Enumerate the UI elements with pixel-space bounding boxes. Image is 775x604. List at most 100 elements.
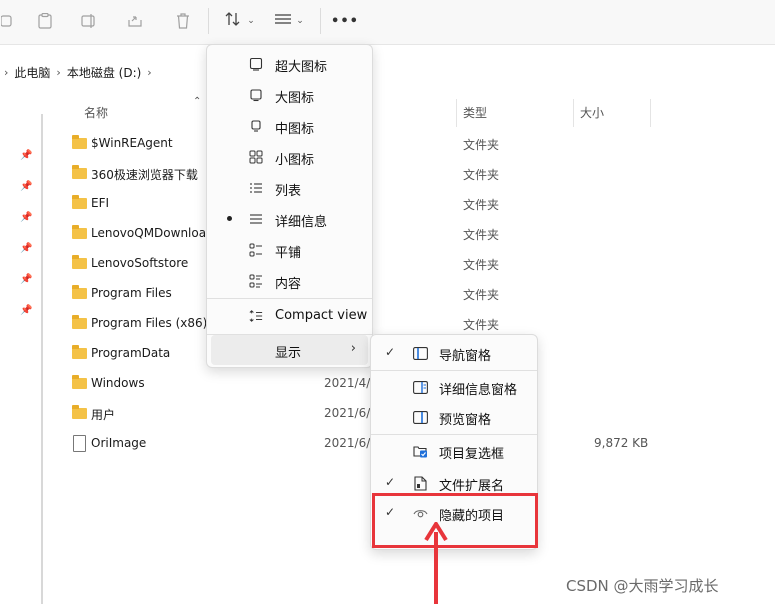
chevron-right-icon: › bbox=[147, 65, 152, 79]
menu-item-mediums-icon[interactable]: 中图标 bbox=[211, 111, 368, 141]
menu-item-tiles[interactable]: 平铺 bbox=[211, 235, 368, 265]
submenu-item-label: 详细信息窗格 bbox=[439, 383, 518, 398]
menu-divider bbox=[371, 434, 537, 435]
paste-icon[interactable] bbox=[36, 10, 54, 32]
folder-icon bbox=[72, 315, 87, 329]
menu-item-label: 中图标 bbox=[275, 122, 315, 137]
menu-item-content[interactable]: 内容 bbox=[211, 266, 368, 296]
table-row[interactable]: EFI6 17:18文件夹 bbox=[66, 189, 766, 219]
file-name: LenovoSoftstore bbox=[91, 256, 189, 270]
column-divider[interactable] bbox=[650, 99, 651, 127]
table-row[interactable]: $WinREAgent2:15文件夹 bbox=[66, 129, 766, 159]
pin-icon: 📌 bbox=[20, 243, 33, 254]
large-icons-icon bbox=[249, 88, 263, 102]
folder-icon bbox=[72, 285, 87, 299]
menu-item-compact-view[interactable]: Compact view bbox=[211, 301, 368, 331]
file-type: 文件夹 bbox=[463, 228, 500, 242]
file-date: 2021/4/ bbox=[324, 376, 371, 390]
folder-icon bbox=[72, 405, 87, 419]
file-name: Windows bbox=[91, 376, 145, 390]
column-header-name[interactable]: 名称 bbox=[84, 104, 108, 121]
file-type: 文件夹 bbox=[463, 318, 500, 332]
small-icons-icon bbox=[249, 150, 263, 164]
pin-icon: 📌 bbox=[20, 181, 33, 192]
view-button[interactable]: ⌄ bbox=[270, 10, 308, 32]
pin-icon: 📌 bbox=[20, 150, 33, 161]
details-icon bbox=[249, 212, 263, 226]
column-divider[interactable] bbox=[456, 99, 457, 127]
file-type: 文件夹 bbox=[463, 258, 500, 272]
compact-view-icon bbox=[249, 309, 263, 323]
view-menu: 超大图标大图标中图标小图标列表详细信息平铺内容 Compact view 显示 … bbox=[206, 44, 373, 368]
menu-item-show[interactable]: 显示 › bbox=[211, 335, 368, 365]
menu-item-larges-icon[interactable]: 大图标 bbox=[211, 80, 368, 110]
breadcrumb-this-pc[interactable]: 此电脑 bbox=[14, 64, 50, 81]
menu-item-label: 超大图标 bbox=[275, 60, 328, 75]
annotation-arrow-icon bbox=[424, 522, 448, 604]
table-row[interactable]: 360极速浏览器下载3 17:26文件夹 bbox=[66, 159, 766, 189]
file-name: 用户 bbox=[91, 408, 116, 422]
chevron-down-icon: ⌄ bbox=[296, 16, 304, 26]
menu-item-list[interactable]: 列表 bbox=[211, 173, 368, 203]
file-type: 文件夹 bbox=[463, 168, 500, 182]
menu-item-label: 平铺 bbox=[275, 246, 302, 261]
file-name: EFI bbox=[91, 196, 110, 210]
file-name: $WinREAgent bbox=[91, 136, 173, 150]
submenu-item-navigation-pane[interactable]: ✓ 导航窗格 bbox=[375, 339, 533, 369]
menu-divider bbox=[207, 298, 372, 299]
selected-dot-icon bbox=[227, 216, 232, 221]
toolbar-divider bbox=[208, 8, 209, 34]
navigation-pane-scrollbar[interactable] bbox=[41, 114, 43, 604]
menu-item-extra-larges-icon[interactable]: 超大图标 bbox=[211, 49, 368, 79]
folder-icon bbox=[72, 195, 87, 209]
menu-divider bbox=[371, 370, 537, 371]
file-name: ProgramData bbox=[91, 346, 171, 360]
table-row[interactable]: LenovoSoftstore6 23:31文件夹 bbox=[66, 249, 766, 279]
column-divider[interactable] bbox=[573, 99, 574, 127]
menu-item-label: 内容 bbox=[275, 277, 302, 292]
checkmark-icon: ✓ bbox=[385, 345, 396, 359]
sort-icon bbox=[225, 11, 243, 31]
chevron-right-icon: › bbox=[56, 65, 61, 79]
share-icon[interactable] bbox=[126, 10, 144, 32]
folder-icon bbox=[72, 375, 87, 389]
view-icon bbox=[274, 13, 292, 29]
menu-item-label: 小图标 bbox=[275, 153, 315, 168]
breadcrumb-drive-d[interactable]: 本地磁盘 (D:) bbox=[67, 64, 141, 81]
file-type: 文件夹 bbox=[463, 138, 500, 152]
extra-large-icons-icon bbox=[249, 57, 263, 71]
submenu-item-label: 导航窗格 bbox=[439, 349, 492, 364]
chevron-down-icon: ⌄ bbox=[247, 16, 255, 26]
list-icon bbox=[249, 181, 263, 195]
submenu-item-label: 预览窗格 bbox=[439, 413, 492, 428]
column-header-type[interactable]: 类型 bbox=[463, 104, 487, 121]
toolbar-divider bbox=[320, 8, 321, 34]
navigation-pane-icon bbox=[413, 346, 428, 360]
sort-asc-icon: ⌃ bbox=[193, 96, 202, 107]
submenu-item-preview-pane[interactable]: 预览窗格 bbox=[375, 403, 533, 433]
tiles-icon bbox=[249, 243, 263, 257]
rename-icon[interactable] bbox=[80, 10, 98, 32]
chevron-right-icon: › bbox=[4, 65, 9, 79]
delete-icon[interactable] bbox=[174, 10, 192, 32]
table-row[interactable]: Program Files2:41文件夹 bbox=[66, 279, 766, 309]
column-header-size[interactable]: 大小 bbox=[580, 104, 604, 121]
address-bar[interactable]: › 此电脑 › 本地磁盘 (D:) › bbox=[0, 56, 775, 88]
cut-icon[interactable] bbox=[0, 10, 14, 32]
more-icon[interactable]: ••• bbox=[331, 10, 358, 32]
submenu-item-details-pane[interactable]: 详细信息窗格 bbox=[375, 373, 533, 403]
menu-item-label: 详细信息 bbox=[275, 215, 328, 230]
menu-item-details[interactable]: 详细信息 bbox=[211, 204, 368, 234]
file-type: 文件夹 bbox=[463, 288, 500, 302]
submenu-item-label: 项目复选框 bbox=[439, 447, 505, 462]
checkmark-icon: ✓ bbox=[385, 475, 396, 489]
content-icon bbox=[249, 274, 263, 288]
table-row[interactable]: LenovoQMDownload6 19:40文件夹 bbox=[66, 219, 766, 249]
folder-icon bbox=[72, 165, 87, 179]
submenu-item-label: 文件扩展名 bbox=[439, 479, 505, 494]
menu-item-smalls-icon[interactable]: 小图标 bbox=[211, 142, 368, 172]
sort-button[interactable]: ⌄ bbox=[222, 10, 258, 32]
pin-icon: 📌 bbox=[20, 274, 33, 285]
submenu-item-item-checkbox[interactable]: 项目复选框 bbox=[375, 437, 533, 467]
folder-icon bbox=[72, 345, 87, 359]
